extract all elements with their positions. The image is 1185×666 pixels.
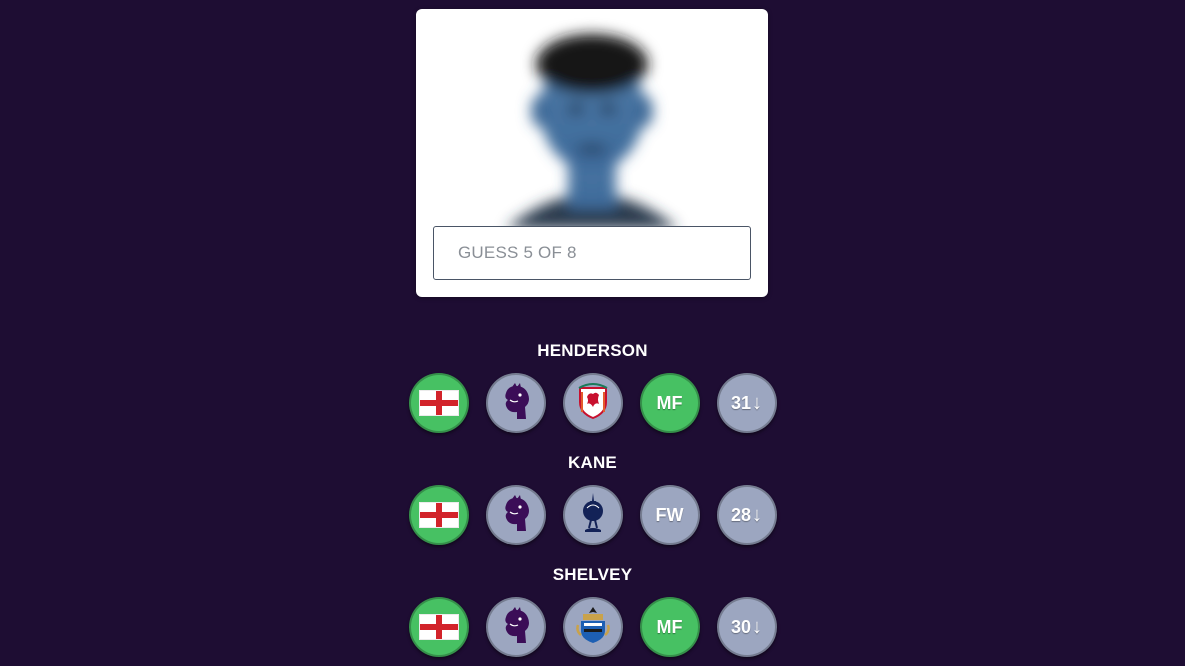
guess-row: KANE FW 28 ↓ bbox=[0, 449, 1185, 561]
mystery-player-card bbox=[416, 9, 768, 297]
nationality-clue bbox=[408, 597, 469, 657]
nationality-clue bbox=[408, 485, 469, 545]
age-value: 30 bbox=[730, 616, 752, 637]
nationality-clue bbox=[408, 373, 469, 433]
position-clue: MF bbox=[639, 597, 700, 657]
position-clue: MF bbox=[639, 373, 700, 433]
guess-row: SHELVEY MF 30 ↓ bbox=[0, 561, 1185, 666]
england-flag-icon bbox=[418, 390, 459, 416]
league-clue bbox=[485, 373, 546, 433]
liverpool-crest-icon bbox=[578, 382, 607, 419]
tottenham-crest-icon bbox=[578, 492, 608, 539]
clue-circles: MF 30 ↓ bbox=[0, 597, 1185, 657]
newcastle-crest-icon bbox=[575, 606, 610, 643]
game-stage: HENDERSON MF 31 bbox=[0, 0, 1185, 666]
age-clue: 30 ↓ bbox=[716, 597, 777, 657]
guessed-player-name: HENDERSON bbox=[537, 341, 648, 360]
liverpool-crest-icon bbox=[576, 382, 610, 425]
club-clue bbox=[562, 597, 623, 657]
age-arrow-down-icon: ↓ bbox=[752, 504, 763, 526]
guessed-player-name: SHELVEY bbox=[552, 565, 633, 584]
position-value: MF bbox=[656, 392, 683, 413]
age-clue: 31 ↓ bbox=[716, 373, 777, 433]
tottenham-crest-icon bbox=[582, 492, 603, 532]
age-arrow-down-icon: ↓ bbox=[752, 392, 763, 414]
club-clue bbox=[562, 373, 623, 433]
age-value: 31 bbox=[730, 392, 752, 413]
premier-league-lion-icon bbox=[504, 495, 529, 531]
position-value: MF bbox=[656, 616, 683, 637]
premier-league-lion-icon bbox=[504, 383, 529, 419]
england-flag-icon bbox=[418, 502, 459, 528]
clue-circles: FW 28 ↓ bbox=[0, 485, 1185, 545]
guessed-player-name: KANE bbox=[568, 453, 617, 472]
clue-circles: MF 31 ↓ bbox=[0, 373, 1185, 433]
premier-league-lion-icon bbox=[504, 607, 529, 643]
league-clue bbox=[485, 597, 546, 657]
newcastle-crest-icon bbox=[575, 605, 610, 650]
league-clue bbox=[485, 485, 546, 545]
guess-input[interactable] bbox=[433, 226, 751, 280]
blurred-player-photo bbox=[416, 9, 768, 229]
position-clue: FW bbox=[639, 485, 700, 545]
club-clue bbox=[562, 485, 623, 545]
age-clue: 28 ↓ bbox=[716, 485, 777, 545]
position-value: FW bbox=[655, 504, 684, 525]
england-flag-icon bbox=[418, 614, 459, 640]
age-arrow-down-icon: ↓ bbox=[752, 616, 763, 638]
guess-row: HENDERSON MF 31 ↓ bbox=[0, 337, 1185, 449]
age-value: 28 bbox=[730, 504, 752, 525]
guess-history: HENDERSON MF 31 ↓ KANE FW 28 ↓ SHELVEY M… bbox=[0, 337, 1185, 666]
